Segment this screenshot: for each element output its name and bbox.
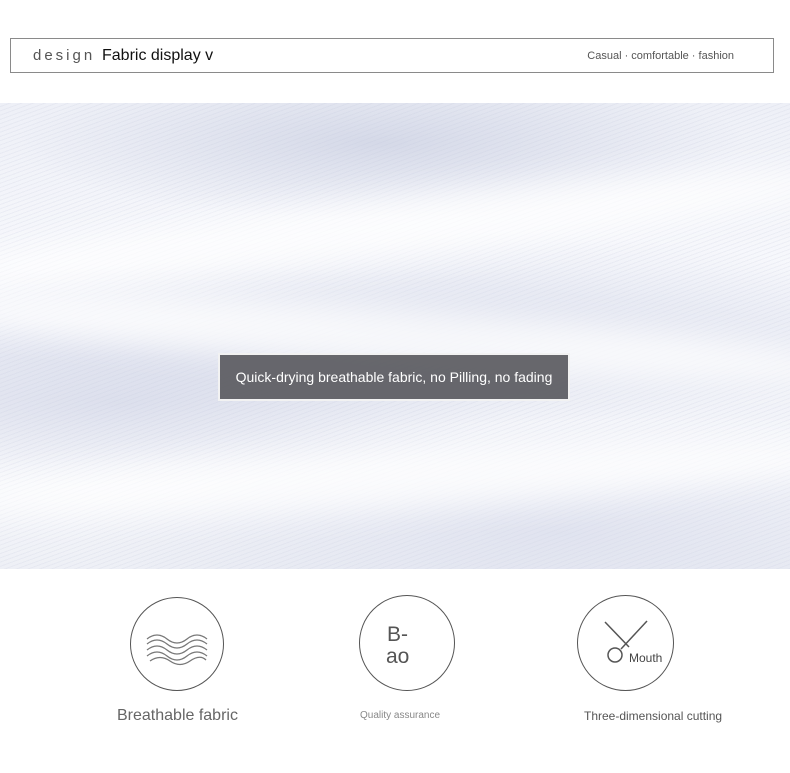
- waves-icon: [146, 634, 208, 666]
- breathable-feature-circle: [130, 597, 224, 691]
- quality-feature-label: Quality assurance: [360, 710, 441, 721]
- header-bar: design Fabric display v Casual · comfort…: [10, 38, 774, 73]
- fabric-caption-text: Quick-drying breathable fabric, no Pilli…: [235, 369, 553, 385]
- mouth-label: Mouth: [629, 651, 663, 665]
- cutting-feature-label: Three-dimensional cutting: [584, 709, 723, 723]
- quality-feature-circle: B- ao: [359, 595, 455, 691]
- fabric-sheen: [0, 150, 790, 306]
- fabric-photo: [0, 103, 790, 569]
- header-design-label: design: [33, 47, 96, 64]
- bao-icon-bottom: ao: [386, 645, 410, 668]
- bao-icon-top: B-: [387, 623, 408, 646]
- header-title: Fabric display v: [102, 47, 214, 64]
- scissors-icon: [604, 620, 648, 663]
- fabric-sheen: [0, 423, 790, 533]
- cutting-feature-circle: Mouth: [577, 595, 674, 691]
- breathable-feature-label: Breathable fabric: [117, 707, 238, 724]
- header-tagline: Casual · comfortable · fashion: [587, 50, 734, 62]
- fabric-caption: Quick-drying breathable fabric, no Pilli…: [218, 353, 570, 401]
